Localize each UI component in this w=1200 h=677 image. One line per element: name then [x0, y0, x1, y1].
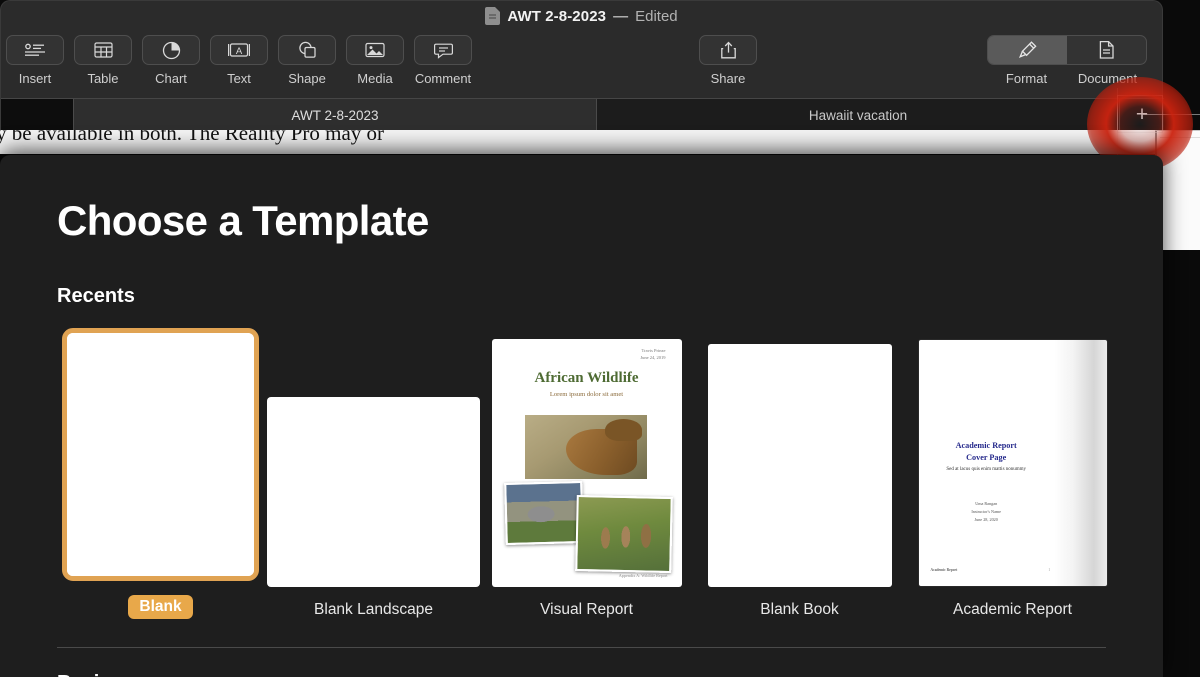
chart-label: Chart: [155, 71, 187, 86]
template-card-visual-report[interactable]: Travis Prinze June 24, 2019 African Wild…: [480, 334, 693, 619]
ac-date: June 28, 2020: [974, 516, 998, 522]
media-button[interactable]: Media: [345, 35, 405, 86]
comment-button[interactable]: Comment: [413, 35, 473, 86]
tab-awt[interactable]: AWT 2-8-2023: [74, 99, 597, 131]
svg-text:A: A: [236, 46, 243, 57]
share-label: Share: [710, 71, 746, 86]
table-label: Table: [87, 71, 119, 86]
document-icon: [485, 7, 501, 25]
tab-bar: AWT 2-8-2023 Hawaiit vacation +: [1, 98, 1164, 131]
elephant-photo: [503, 480, 584, 546]
format-button[interactable]: [988, 36, 1067, 64]
template-thumb-blank-landscape[interactable]: [267, 397, 480, 587]
media-label: Media: [357, 71, 393, 86]
vr-meta-author: Travis Prinze: [641, 348, 666, 353]
cursor-target-box: [1117, 95, 1163, 133]
vr-meta-date: June 24, 2019: [640, 354, 666, 360]
chart-pie-icon: [142, 35, 200, 65]
template-label-blank-landscape: Blank Landscape: [314, 601, 433, 618]
ac-instructor: Instructor's Name: [971, 508, 1002, 514]
template-chooser-modal: Choose a Template Recents Blank Blank La…: [0, 155, 1163, 677]
vr-subtitle: Lorem ipsum dolor sit amet: [549, 391, 624, 398]
ac-title-line2: Cover Page: [966, 452, 1007, 462]
ac-title-line1: Academic Report: [955, 441, 1017, 450]
template-card-blank[interactable]: Blank: [54, 328, 267, 619]
section-divider: [57, 647, 1106, 648]
shape-button[interactable]: Shape: [277, 35, 337, 86]
share-upload-icon: [699, 35, 757, 65]
template-grid: Blank Blank Landscape Travis Prinze June…: [54, 328, 1163, 619]
template-card-blank-book[interactable]: Blank Book: [693, 334, 906, 619]
chart-button[interactable]: Chart: [141, 35, 201, 86]
template-label-blank: Blank: [128, 595, 193, 619]
meerkat-photo: [574, 495, 673, 573]
insert-icon: [6, 35, 64, 65]
table-icon: [74, 35, 132, 65]
template-label-blank-book: Blank Book: [760, 601, 839, 618]
edited-status: Edited: [635, 7, 678, 25]
insert-label: Insert: [18, 71, 52, 86]
format-label: Format: [1005, 71, 1048, 86]
comment-bubble-icon: [414, 35, 472, 65]
template-thumb-blank[interactable]: [62, 328, 259, 581]
window-title: AWT 2-8-2023: [507, 7, 607, 25]
template-thumb-blank-book[interactable]: [707, 344, 892, 587]
media-image-icon: [346, 35, 404, 65]
template-card-academic-report[interactable]: Academic Report Cover Page Sed at lacus …: [906, 334, 1119, 619]
vr-title: African Wildlife: [534, 370, 639, 386]
main-toolbar: Insert Table Chart A Text Shape Media Co…: [1, 31, 1162, 99]
template-thumb-academic-report[interactable]: Academic Report Cover Page Sed at lacus …: [917, 339, 1108, 587]
document-page-preview: y be available in both. The Reality Pro …: [0, 130, 1163, 154]
insert-button[interactable]: Insert: [5, 35, 65, 86]
title-separator: —: [613, 7, 629, 25]
shape-label: Shape: [288, 71, 326, 86]
section-recents-heading: Recents: [57, 285, 135, 307]
share-button[interactable]: Share: [698, 35, 758, 86]
vr-footer: Appendix A: Wildlife Report: [618, 573, 668, 578]
tab-hawaii-vacation[interactable]: Hawaiit vacation: [597, 99, 1120, 131]
comment-label: Comment: [414, 71, 472, 86]
text-button[interactable]: A Text: [209, 35, 269, 86]
shape-icon: [278, 35, 336, 65]
document-inspector-label: Document: [1077, 71, 1138, 86]
ac-author: Uma Rangan: [975, 501, 998, 506]
template-label-academic-report: Academic Report: [953, 601, 1072, 618]
template-thumb-visual-report[interactable]: Travis Prinze June 24, 2019 African Wild…: [491, 339, 682, 587]
ac-subtitle: Sed at lacus quis enim mattis nonummy: [946, 467, 1027, 472]
inspector-toggle-group: Format Document: [986, 35, 1148, 86]
ac-page-number: 1: [1048, 568, 1051, 572]
document-body-text: y be available in both. The Reality Pro …: [0, 130, 385, 145]
window-titlebar: AWT 2-8-2023 — Edited: [1, 1, 1162, 31]
tab-bar-spacer: [1, 99, 74, 131]
document-inspector-button[interactable]: [1067, 36, 1146, 64]
giraffe-photo: [524, 415, 647, 479]
document-window: AWT 2-8-2023 — Edited Insert Table Chart…: [0, 0, 1164, 150]
paintbrush-icon: [1017, 40, 1038, 60]
page-title: Choose a Template: [57, 197, 429, 244]
table-button[interactable]: Table: [73, 35, 133, 86]
text-label: Text: [227, 71, 251, 86]
ac-footer: Academic Report: [930, 568, 958, 572]
document-page-icon: [1098, 40, 1115, 60]
template-label-visual-report: Visual Report: [540, 601, 633, 618]
text-box-icon: A: [210, 35, 268, 65]
screen: AWT 2-8-2023 — Edited Insert Table Chart…: [0, 0, 1200, 677]
section-basic-heading: Basic: [57, 672, 1163, 677]
template-card-blank-landscape[interactable]: Blank Landscape: [267, 334, 480, 619]
